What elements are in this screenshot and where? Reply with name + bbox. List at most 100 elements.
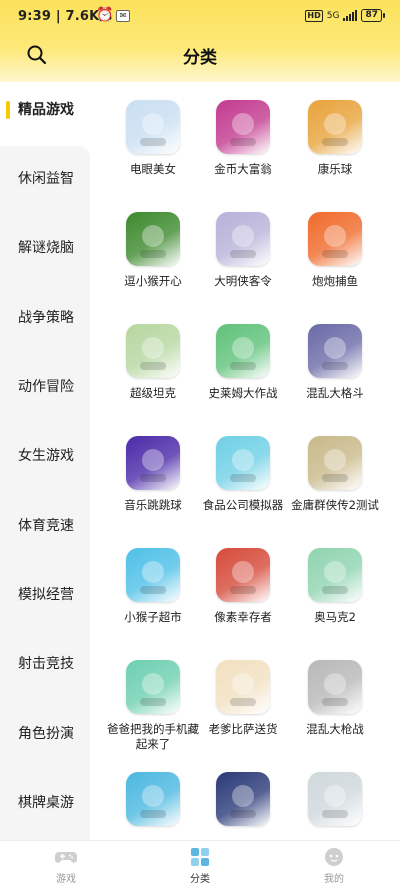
game-name: 爸爸把我的手机藏起来了 xyxy=(107,722,199,751)
game-item[interactable]: 食品公司模拟器 xyxy=(193,436,293,513)
game-icon xyxy=(308,212,362,266)
sidebar-item-label: 体育竞速 xyxy=(18,518,74,534)
tab-games[interactable]: 游戏 xyxy=(26,847,106,885)
game-icon xyxy=(308,548,362,602)
game-icon xyxy=(126,548,180,602)
game-item[interactable]: 老爹比萨送货 xyxy=(193,660,293,737)
game-name: 食品公司模拟器 xyxy=(202,498,284,512)
alarm-icon: ⏰ xyxy=(96,7,114,23)
game-grid: 电眼美女 金币大富翁 康乐球逗小猴开心 大明侠客令 炮炮捕鱼超级坦克 史莱姆大作战 混乱大格… xyxy=(90,82,400,840)
game-name: 混乱大格斗 xyxy=(306,386,364,400)
game-icon xyxy=(216,772,270,826)
status-right: HD 5G 87 xyxy=(305,9,385,22)
game-name: 逗小猴开心 xyxy=(124,274,182,288)
tab-profile[interactable]: 我的 xyxy=(294,847,374,885)
game-item[interactable] xyxy=(285,772,385,834)
active-indicator xyxy=(6,101,10,119)
game-item[interactable]: 奥马克2 xyxy=(285,548,385,625)
sidebar-item-3[interactable]: 战争策略 xyxy=(0,298,90,338)
game-name: 电眼美女 xyxy=(130,162,176,176)
game-icon xyxy=(216,548,270,602)
game-icon xyxy=(308,772,362,826)
category-sidebar: 精品游戏休闲益智解谜烧脑战争策略动作冒险女生游戏体育竞速模拟经营射击竞技角色扮演… xyxy=(0,82,90,840)
game-item[interactable]: 电眼美女 xyxy=(103,100,203,177)
sidebar-item-6[interactable]: 体育竞速 xyxy=(0,506,90,546)
game-name: 老爹比萨送货 xyxy=(208,722,278,736)
game-item[interactable]: 像素幸存者 xyxy=(193,548,293,625)
game-item[interactable]: 爸爸把我的手机藏起来了 xyxy=(103,660,203,752)
game-item[interactable] xyxy=(193,772,293,834)
game-icon xyxy=(126,436,180,490)
game-icon xyxy=(126,212,180,266)
game-item[interactable]: 大明侠客令 xyxy=(193,212,293,289)
sidebar-item-label: 动作冒险 xyxy=(18,379,74,395)
tab-games-label: 游戏 xyxy=(56,874,76,885)
category-grid-icon xyxy=(188,847,212,867)
game-icon xyxy=(216,324,270,378)
game-icon xyxy=(216,436,270,490)
hd-icon: HD xyxy=(305,9,323,22)
game-icon xyxy=(308,660,362,714)
game-icon xyxy=(308,324,362,378)
game-icon xyxy=(216,100,270,154)
gamepad-icon xyxy=(54,847,78,867)
game-item[interactable]: 超级坦克 xyxy=(103,324,203,401)
game-icon xyxy=(216,212,270,266)
game-item[interactable]: 混乱大枪战 xyxy=(285,660,385,737)
bottom-nav: 游戏 分类 我的 xyxy=(0,840,400,888)
game-icon xyxy=(308,436,362,490)
game-name: 音乐跳跳球 xyxy=(124,498,182,512)
game-item[interactable]: 金币大富翁 xyxy=(193,100,293,177)
signal-icon xyxy=(343,10,358,21)
tab-category-label: 分类 xyxy=(190,874,210,885)
game-name: 大明侠客令 xyxy=(214,274,272,288)
game-name: 奥马克2 xyxy=(314,610,356,624)
game-item[interactable]: 音乐跳跳球 xyxy=(103,436,203,513)
sidebar-item-label: 战争策略 xyxy=(18,310,74,326)
sidebar-item-label: 精品游戏 xyxy=(18,102,74,118)
profile-icon xyxy=(322,847,346,867)
sidebar-item-label: 休闲益智 xyxy=(18,171,74,187)
sidebar-item-8[interactable]: 射击竞技 xyxy=(0,644,90,684)
sidebar-item-label: 棋牌桌游 xyxy=(18,795,74,811)
sidebar-item-7[interactable]: 模拟经营 xyxy=(0,575,90,615)
game-item[interactable] xyxy=(103,772,203,834)
game-name: 混乱大枪战 xyxy=(306,722,364,736)
game-item[interactable]: 逗小猴开心 xyxy=(103,212,203,289)
game-icon xyxy=(126,660,180,714)
game-icon xyxy=(216,660,270,714)
game-name: 炮炮捕鱼 xyxy=(312,274,358,288)
status-bar: 9:39 | 7.6K/s ⏰ ✉ HD 5G 87 xyxy=(0,0,400,34)
sidebar-item-10[interactable]: 棋牌桌游 xyxy=(0,783,90,823)
game-name: 金币大富翁 xyxy=(214,162,272,176)
game-name: 像素幸存者 xyxy=(214,610,272,624)
game-name: 小猴子超市 xyxy=(124,610,182,624)
sidebar-item-4[interactable]: 动作冒险 xyxy=(0,367,90,407)
network-label: 5G xyxy=(326,10,340,21)
sidebar-item-0[interactable]: 精品游戏 xyxy=(0,90,90,130)
sidebar-item-label: 解谜烧脑 xyxy=(18,240,74,256)
game-icon xyxy=(308,100,362,154)
game-name: 超级坦克 xyxy=(130,386,176,400)
game-item[interactable]: 小猴子超市 xyxy=(103,548,203,625)
sidebar-item-2[interactable]: 解谜烧脑 xyxy=(0,228,90,268)
game-name: 金庸群侠传2测试 xyxy=(291,498,379,512)
game-item[interactable]: 康乐球 xyxy=(285,100,385,177)
sidebar-item-5[interactable]: 女生游戏 xyxy=(0,436,90,476)
sidebar-item-label: 射击竞技 xyxy=(18,656,74,672)
game-item[interactable]: 炮炮捕鱼 xyxy=(285,212,385,289)
game-item[interactable]: 混乱大格斗 xyxy=(285,324,385,401)
sidebar-item-9[interactable]: 角色扮演 xyxy=(0,714,90,754)
notification-icon: ✉ xyxy=(116,10,130,22)
game-name: 康乐球 xyxy=(317,162,353,176)
game-icon xyxy=(126,100,180,154)
tab-profile-label: 我的 xyxy=(324,874,344,885)
tab-category[interactable]: 分类 xyxy=(160,847,240,885)
sidebar-item-label: 角色扮演 xyxy=(18,726,74,742)
game-icon xyxy=(126,324,180,378)
sidebar-item-1[interactable]: 休闲益智 xyxy=(0,159,90,199)
game-item[interactable]: 史莱姆大作战 xyxy=(193,324,293,401)
page-title: 分类 xyxy=(183,48,217,68)
game-item[interactable]: 金庸群侠传2测试 xyxy=(285,436,385,513)
battery-icon: 87 xyxy=(361,9,385,22)
